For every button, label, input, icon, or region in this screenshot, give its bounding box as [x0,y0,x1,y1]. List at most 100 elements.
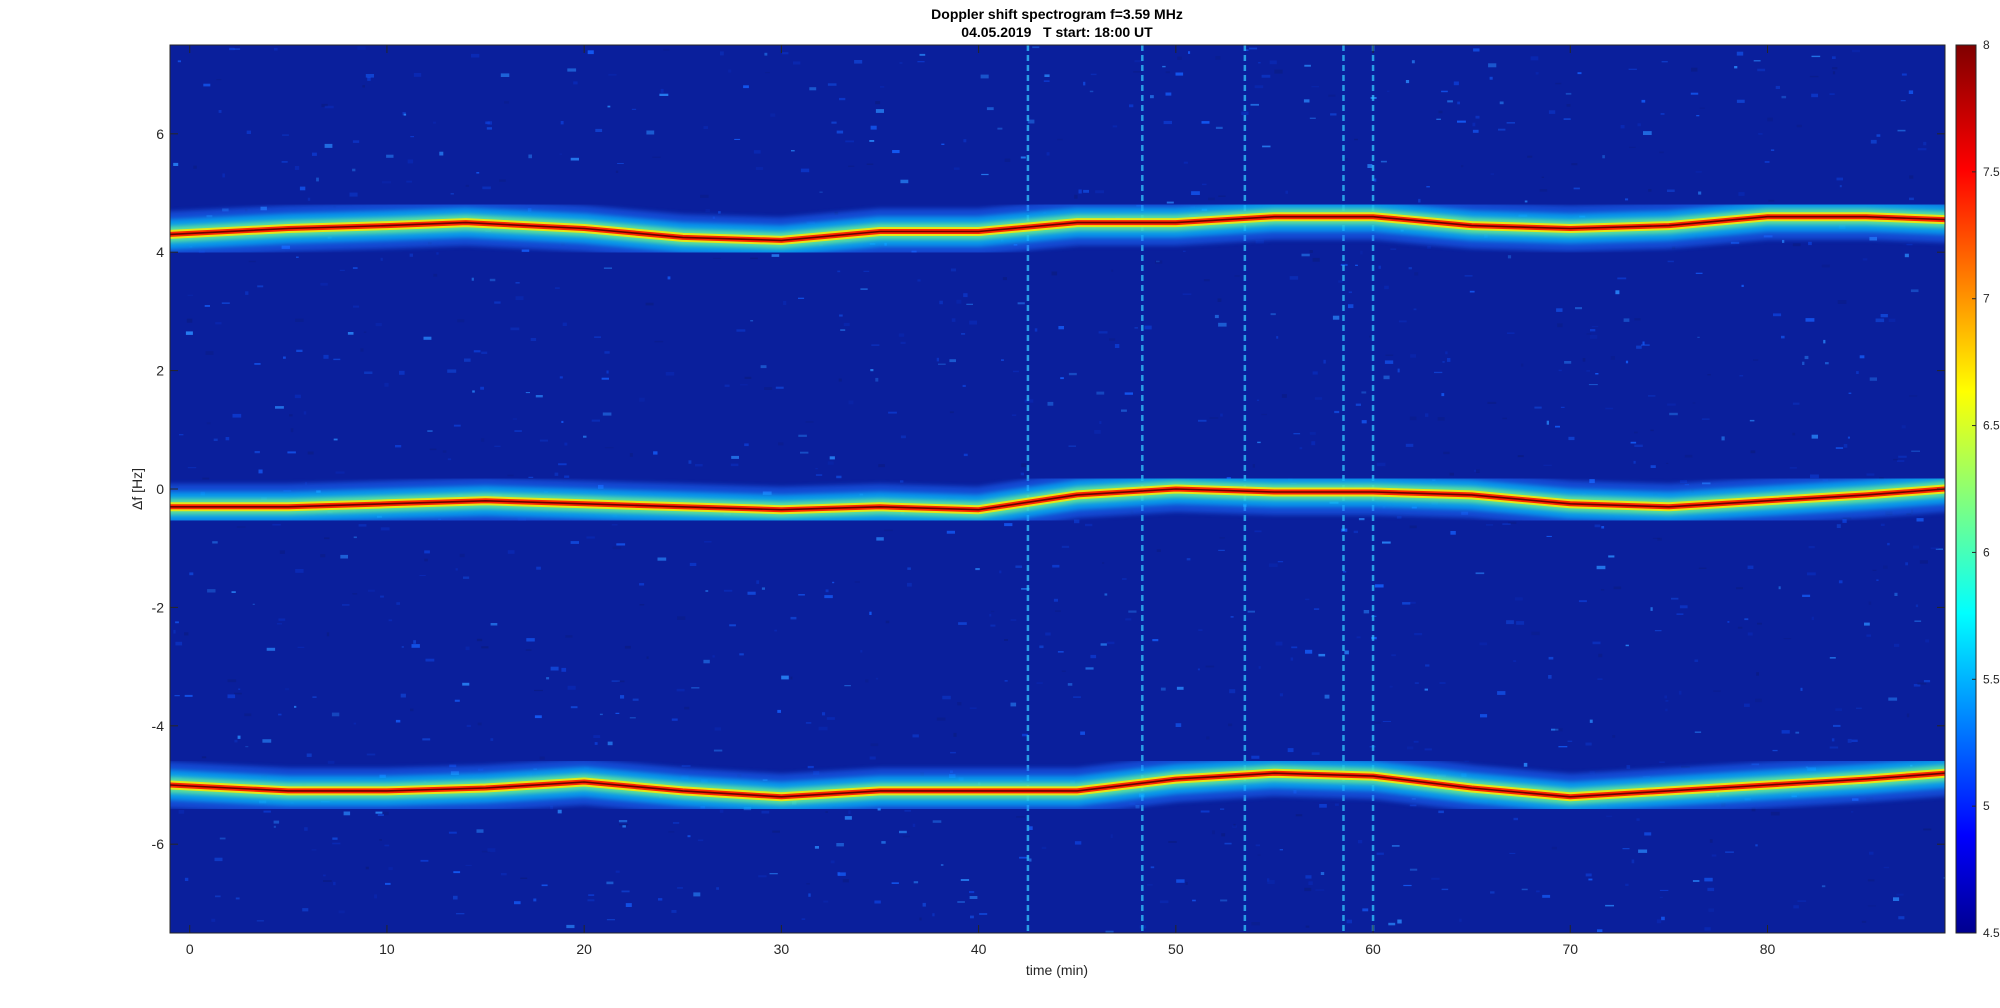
noise-speck [384,844,390,847]
noise-speck [1427,245,1432,249]
noise-speck [1311,441,1316,446]
noise-speck [1661,916,1665,921]
noise-speck [1068,445,1076,447]
noise-speck [1648,189,1652,192]
noise-speck [1792,402,1800,405]
noise-speck [888,411,897,414]
noise-speck [716,887,719,890]
noise-speck [1767,117,1773,122]
noise-speck [1218,549,1225,551]
noise-speck [1304,887,1312,892]
noise-speck [1257,854,1261,856]
noise-speck [936,357,939,362]
noise-speck [1348,304,1354,309]
noise-speck [1461,165,1464,168]
noise-speck [1608,555,1615,558]
noise-speck [1074,519,1080,524]
noise-speck [455,568,458,571]
noise-speck [1330,113,1337,116]
noise-speck [1016,816,1025,818]
noise-speck [526,638,535,642]
noise-speck [462,682,470,686]
noise-speck [1905,562,1908,566]
noise-speck [424,550,430,554]
noise-speck [826,717,835,720]
noise-speck [1642,341,1645,345]
noise-speck [932,820,942,823]
noise-speck [1592,641,1601,645]
noise-speck [1876,579,1879,581]
noise-speck [485,121,490,125]
noise-speck [1258,666,1261,669]
noise-speck [476,638,483,642]
noise-speck [510,327,520,331]
noise-speck [1872,569,1877,571]
noise-speck [1684,454,1693,458]
noise-speck [1197,668,1200,671]
noise-speck [1917,682,1927,685]
noise-speck [1362,908,1369,912]
noise-speck [282,134,289,136]
noise-speck [1506,122,1515,124]
noise-speck [958,622,967,625]
noise-speck [1707,887,1715,892]
noise-speck [907,567,911,570]
noise-speck [1829,93,1835,95]
noise-speck [406,180,412,183]
noise-speck [1342,571,1347,573]
noise-speck [957,702,962,706]
noise-speck [1869,851,1874,855]
noise-speck [639,604,645,606]
noise-speck [836,843,844,847]
noise-speck [798,434,807,437]
noise-speck [203,83,211,87]
noise-speck [323,874,326,877]
noise-speck [1802,361,1805,365]
noise-speck [838,378,842,382]
noise-speck [824,595,833,599]
noise-speck [957,901,965,903]
noise-speck [744,443,749,447]
noise-speck [558,463,567,466]
noise-speck [819,191,823,193]
noise-speck [557,809,562,814]
noise-speck [290,428,294,433]
noise-speck [1301,253,1310,257]
noise-speck [1110,834,1113,838]
noise-speck [1441,90,1448,93]
noise-speck [1378,265,1381,269]
noise-speck [229,47,235,51]
noise-speck [1028,826,1033,830]
noise-speck [612,546,622,550]
noise-speck [489,278,496,282]
noise-speck [1057,138,1063,141]
noise-speck [969,320,977,325]
noise-speck [1162,65,1166,68]
noise-speck [740,384,748,386]
noise-speck [616,543,626,546]
noise-speck [714,727,721,731]
noise-speck [560,121,564,125]
noise-speck [941,143,945,145]
noise-speck [1437,417,1445,421]
x-tick-label: 30 [774,941,790,957]
noise-speck [875,677,879,680]
noise-speck [1894,592,1898,596]
noise-speck [1303,99,1310,103]
noise-speck [1293,433,1301,435]
noise-speck [278,618,286,621]
noise-speck [1109,338,1116,341]
noise-speck [1744,618,1749,621]
noise-speck [1764,161,1770,163]
noise-speck [1479,642,1488,646]
noise-speck [1346,919,1352,924]
noise-speck [1530,56,1539,61]
noise-speck [482,186,491,190]
noise-speck [653,451,658,455]
noise-speck [1911,450,1920,452]
noise-speck [1067,683,1073,686]
noise-speck [830,860,835,864]
noise-speck [1183,250,1186,252]
noise-speck [1887,542,1890,546]
noise-speck [1755,698,1762,703]
